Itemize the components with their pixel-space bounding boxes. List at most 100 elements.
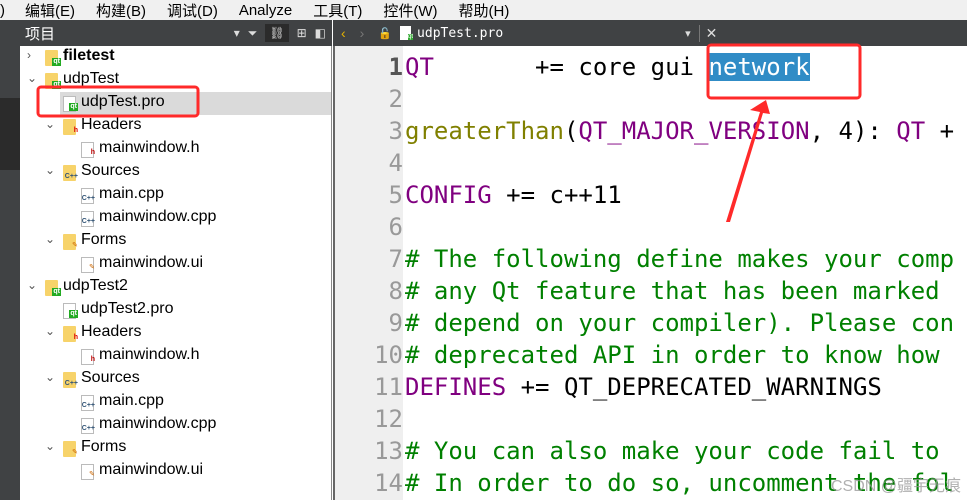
tree-item[interactable]: h mainwindow.h: [20, 345, 331, 368]
line-number: 7: [388, 245, 403, 273]
code-token: # You can also make your code fail to: [405, 437, 940, 465]
chevron-down-icon[interactable]: ⌄: [45, 232, 55, 246]
code-line: 8 # any Qt feature that has been marked: [333, 275, 967, 307]
qt-project-folder-icon: qt: [45, 280, 61, 296]
forward-icon[interactable]: ›: [360, 25, 365, 41]
forms-folder-icon: ✎: [63, 441, 78, 457]
tree-item[interactable]: ⌄ C++ Sources: [20, 161, 331, 184]
tree-item[interactable]: ⌄ C++ Sources: [20, 368, 331, 391]
tree-item[interactable]: › qt filetest: [20, 46, 331, 69]
ui-file-icon: ✎: [81, 464, 95, 480]
lock-icon: 🔓: [378, 27, 393, 40]
close-file-icon[interactable]: ✕: [698, 24, 717, 42]
tree-item[interactable]: qt udpTest.pro: [60, 92, 331, 115]
mode-selected[interactable]: [0, 98, 20, 170]
tree-item[interactable]: h mainwindow.h: [20, 138, 331, 161]
open-file-name[interactable]: udpTest.pro: [417, 26, 503, 41]
menu-item[interactable]: 编辑(E): [25, 0, 75, 21]
split-add-icon[interactable]: ⊞: [297, 26, 307, 40]
cpp-file-icon: C++: [81, 395, 95, 411]
code-token: # The following define makes your comp: [405, 245, 955, 273]
tree-item[interactable]: ⌄ ✎ Forms: [20, 437, 331, 460]
tree-item-label: mainwindow.ui: [99, 254, 204, 271]
tree-item-label: mainwindow.ui: [99, 461, 204, 478]
dropdown-icon[interactable]: ▾: [234, 26, 240, 40]
code-token: DEFINES: [405, 373, 507, 401]
tree-item-label: udpTest2.pro: [81, 300, 174, 317]
tree-item[interactable]: ✎ mainwindow.ui: [20, 460, 331, 483]
code-token: += c++11: [491, 181, 622, 209]
chevron-down-icon[interactable]: ⌄: [45, 370, 55, 384]
cpp-file-icon: C++: [81, 418, 95, 434]
tree-item[interactable]: ⌄ qt udpTest: [20, 69, 331, 92]
chevron-down-icon[interactable]: ⌄: [45, 324, 55, 338]
tree-item[interactable]: qt udpTest2.pro: [20, 299, 331, 322]
back-icon[interactable]: ‹: [341, 25, 346, 41]
code-token: CONFIG: [405, 181, 492, 209]
code-line: 12: [333, 403, 967, 435]
code-token: QT_MAJOR_VERSION: [578, 117, 810, 145]
chevron-down-icon[interactable]: ⌄: [27, 71, 37, 85]
menu-item[interactable]: 控件(W): [383, 0, 437, 21]
menu-item[interactable]: 构建(B): [96, 0, 146, 21]
tree-item-label: mainwindow.h: [99, 346, 200, 363]
line-number: 4: [388, 149, 403, 177]
project-panel-title: 项目: [25, 25, 56, 43]
ui-file-icon: ✎: [81, 257, 95, 273]
menu-item[interactable]: 帮助(H): [459, 0, 510, 21]
line-number: 5: [388, 181, 403, 209]
line-number: 13: [374, 437, 403, 465]
code-line: 4: [333, 147, 967, 179]
tree-item[interactable]: ⌄ h Headers: [20, 115, 331, 138]
watermark: CSDN @疆宇无痕: [830, 478, 961, 495]
tree-item-label: Forms: [81, 438, 127, 455]
tree-item-label: Sources: [81, 162, 140, 179]
tree-item[interactable]: C++ mainwindow.cpp: [20, 414, 331, 437]
line-number: 14: [374, 469, 403, 497]
code-line: 1 QT += core gui network: [333, 51, 967, 83]
line-number: 6: [388, 213, 403, 241]
code-token: += QT_DEPRECATED_WARNINGS: [506, 373, 882, 401]
chevron-down-icon[interactable]: ⌄: [45, 117, 55, 131]
chevron-down-icon[interactable]: ⌄: [45, 163, 55, 177]
tree-item[interactable]: C++ main.cpp: [20, 391, 331, 414]
qt-project-folder-icon: qt: [45, 73, 61, 89]
tree-item-label: main.cpp: [99, 185, 164, 202]
code-token: (: [563, 117, 579, 145]
chevron-right-icon[interactable]: ›: [27, 48, 31, 62]
pro-file-icon: qt: [400, 26, 414, 40]
tree-item-label: udpTest.pro: [81, 93, 165, 110]
menu-item[interactable]: Analyze: [239, 2, 292, 19]
tree-item[interactable]: ⌄ h Headers: [20, 322, 331, 345]
tree-item[interactable]: ✎ mainwindow.ui: [20, 253, 331, 276]
sources-folder-icon: C++: [63, 372, 78, 388]
tree-item[interactable]: C++ main.cpp: [20, 184, 331, 207]
menu-item[interactable]: 调试(D): [167, 0, 218, 21]
link-icon[interactable]: ⛓: [265, 24, 289, 42]
code-token: += core gui: [433, 53, 709, 81]
code-token: # any Qt feature that has been marked: [405, 277, 940, 305]
line-number: 1: [388, 53, 403, 81]
chevron-down-icon[interactable]: ⌄: [27, 278, 37, 292]
cpp-file-icon: C++: [81, 188, 95, 204]
menu-bar: ) 编辑(E) 构建(B) 调试(D) Analyze 工具(T) 控件(W) 帮助(H): [0, 0, 967, 20]
code-line: 6: [333, 211, 967, 243]
code-editor[interactable]: 1 QT += core gui network 2 3 greaterThan(QT_…: [333, 46, 967, 500]
tree-item-label: udpTest2: [63, 277, 128, 294]
tree-item-label: mainwindow.h: [99, 139, 200, 156]
chevron-down-icon[interactable]: ⌄: [45, 439, 55, 453]
close-panel-icon[interactable]: ◧: [315, 26, 326, 40]
tree-item[interactable]: ⌄ ✎ Forms: [20, 230, 331, 253]
pro-file-icon: qt: [63, 303, 78, 319]
project-tree: › qt filetest ⌄ qt udpTest qt udpTest.pro ⌄ h Head…: [20, 46, 332, 500]
code-token: QT: [405, 53, 434, 81]
tree-item[interactable]: C++ mainwindow.cpp: [20, 207, 331, 230]
filter-icon[interactable]: ⏷: [248, 26, 258, 41]
menu-item[interactable]: 工具(T): [313, 0, 362, 21]
headers-folder-icon: h: [63, 119, 78, 135]
code-line: 11 DEFINES += QT_DEPRECATED_WARNINGS: [333, 371, 967, 403]
tree-item[interactable]: ⌄ qt udpTest2: [20, 276, 331, 299]
code-line: 2: [333, 83, 967, 115]
file-dropdown-icon[interactable]: ▾: [685, 27, 691, 40]
tree-item-label: Headers: [81, 323, 142, 340]
